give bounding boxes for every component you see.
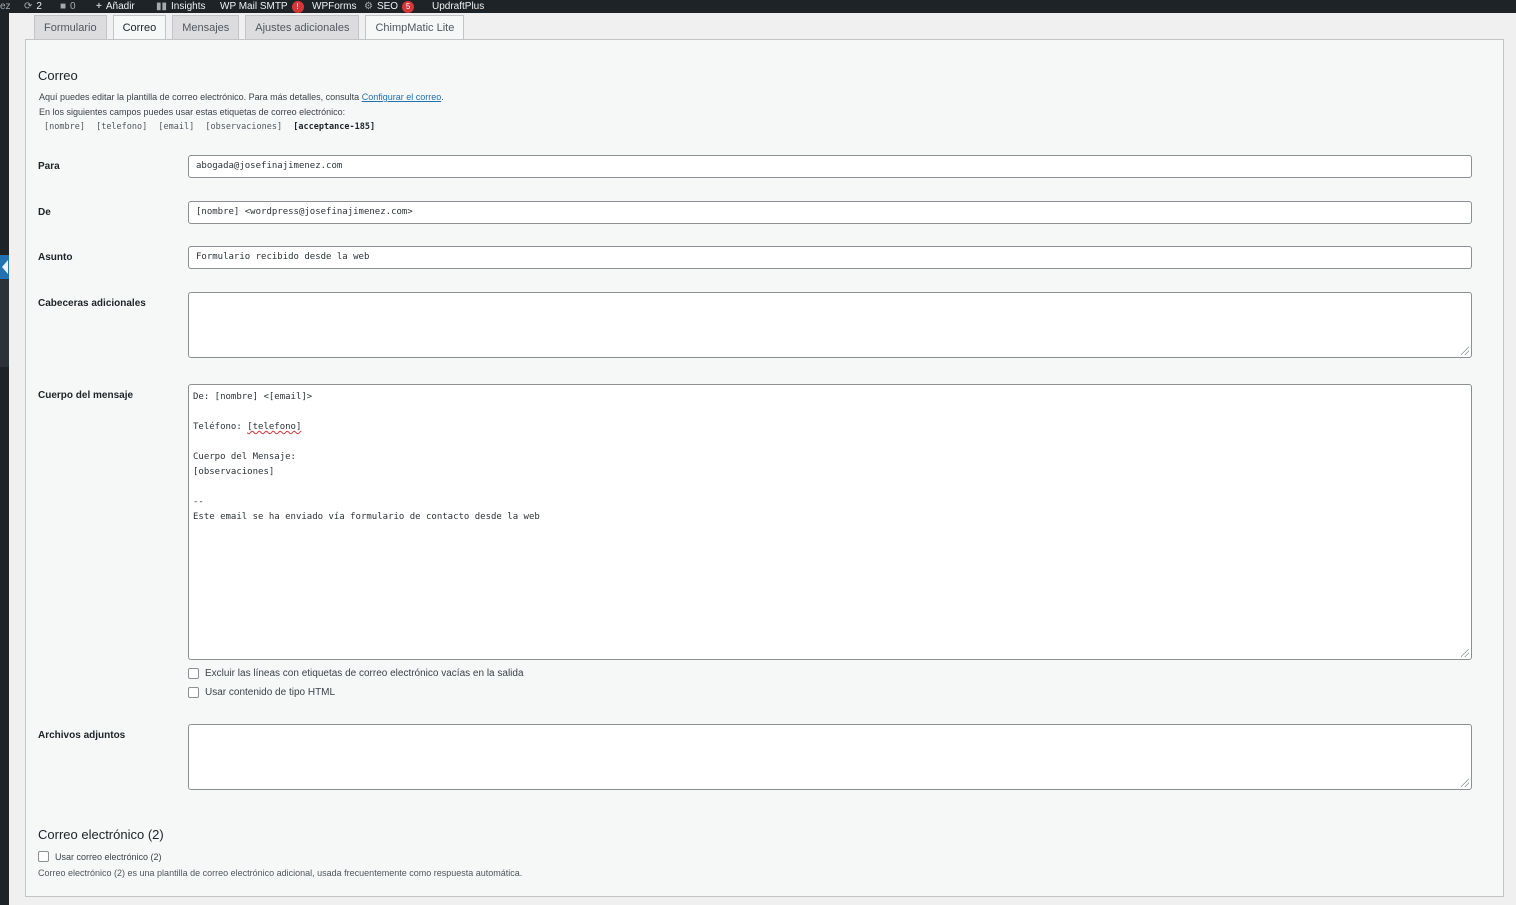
active-menu-arrow-icon	[2, 260, 8, 274]
updates-count: 2	[36, 1, 42, 12]
message-body-label: Cuerpo del mensaje	[38, 390, 134, 401]
mail-tags-list: [nombre] [telefono] [email] [observacion…	[44, 122, 381, 132]
mail2-description: Correo electrónico (2) es una plantilla …	[38, 868, 523, 878]
wp-mail-smtp-label: WP Mail SMTP	[220, 1, 288, 12]
exclude-blank-checkbox[interactable]	[188, 668, 199, 679]
to-label: Para	[38, 161, 60, 172]
wp-mail-smtp-item[interactable]: WP Mail SMTP !	[220, 0, 304, 13]
subject-input[interactable]: Formulario recibido desde la web	[188, 246, 1472, 269]
admin-menu	[0, 13, 9, 905]
body-line	[193, 435, 1467, 450]
subject-label: Asunto	[38, 252, 73, 263]
use-mail2-option[interactable]: Usar correo electrónico (2)	[38, 851, 162, 862]
from-input[interactable]: [nombre] <wordpress@josefinajimenez.com>	[188, 201, 1472, 224]
mail2-section-title: Correo electrónico (2)	[38, 827, 164, 842]
insights-item[interactable]: ▮▮ Insights	[156, 0, 205, 13]
updraftplus-item[interactable]: UpdraftPlus	[432, 0, 484, 13]
add-new-label: Añadir	[105, 1, 135, 12]
admin-submenu	[0, 279, 9, 367]
body-line: [observaciones]	[193, 467, 275, 477]
seo-notification-badge: 5	[402, 0, 415, 13]
insights-label: Insights	[171, 1, 206, 12]
use-html-label[interactable]: Usar contenido de tipo HTML	[205, 687, 335, 698]
body-line	[193, 405, 1467, 420]
additional-headers-textarea[interactable]	[188, 292, 1472, 358]
mail-description: Aquí puedes editar la plantilla de corre…	[39, 91, 444, 104]
wpforms-item[interactable]: WPForms	[312, 0, 356, 13]
body-phone-label: Teléfono:	[193, 422, 248, 432]
body-line-phone: Teléfono: [telefono]	[193, 420, 1467, 435]
resize-grip-icon[interactable]	[1461, 347, 1469, 355]
bar-chart-icon: ▮▮	[156, 0, 168, 12]
body-line: De: [nombre] <[email]>	[193, 392, 313, 402]
mail-tag: [nombre]	[44, 122, 85, 132]
mail-tag: [email]	[158, 122, 195, 132]
tab-additional-settings[interactable]: Ajustes adicionales	[245, 15, 360, 40]
attachments-textarea[interactable]	[188, 724, 1472, 790]
mail-tag: [observaciones]	[205, 122, 283, 132]
body-phone-tag: [telefono]	[247, 422, 302, 432]
resize-grip-icon[interactable]	[1461, 649, 1469, 657]
use-mail2-checkbox[interactable]	[38, 851, 49, 862]
body-line: Este email se ha enviado vía formulario …	[193, 512, 540, 522]
use-mail2-label[interactable]: Usar correo electrónico (2)	[55, 852, 162, 862]
mail-panel: Correo Aquí puedes editar la plantilla d…	[25, 39, 1504, 897]
refresh-icon: ⟳	[24, 0, 33, 12]
resize-grip-icon[interactable]	[1461, 779, 1469, 787]
add-new-item[interactable]: + Añadir	[96, 0, 135, 13]
use-html-checkbox[interactable]	[188, 687, 199, 698]
additional-headers-label: Cabeceras adicionales	[38, 298, 146, 309]
site-name-fragment[interactable]: ez	[0, 0, 11, 13]
configure-mail-link[interactable]: Configurar el correo	[362, 92, 442, 102]
plus-icon: +	[96, 0, 102, 12]
tab-messages[interactable]: Mensajes	[172, 15, 240, 40]
exclude-blank-option[interactable]: Excluir las líneas con etiquetas de corr…	[188, 668, 524, 679]
attachments-label: Archivos adjuntos	[38, 730, 126, 741]
wp-mail-smtp-alert-badge: !	[291, 0, 304, 13]
body-line: Cuerpo del Mensaje:	[193, 452, 296, 462]
mail-section-title: Correo	[38, 68, 78, 83]
mail-tag-acceptance: [acceptance-185]	[293, 122, 376, 132]
exclude-blank-label[interactable]: Excluir las líneas con etiquetas de corr…	[205, 668, 524, 679]
body-line	[193, 480, 1467, 495]
tab-form[interactable]: Formulario	[34, 15, 107, 40]
mail-description-text: Aquí puedes editar la plantilla de corre…	[39, 92, 360, 102]
mail-description-suffix: .	[441, 92, 444, 102]
updates-item[interactable]: ⟳ 2	[24, 0, 42, 13]
tab-chimpmatic-lite[interactable]: ChimpMatic Lite	[365, 15, 465, 40]
comments-item[interactable]: ■ 0	[60, 0, 76, 13]
comment-icon: ■	[60, 0, 67, 12]
comments-count: 0	[70, 1, 76, 12]
seo-gear-icon: ⚙	[364, 0, 373, 12]
mail-tags-intro: En los siguientes campos puedes usar est…	[39, 107, 346, 117]
admin-bar: ez ⟳ 2 ■ 0 + Añadir ▮▮ Insights WP Mail …	[0, 0, 1516, 13]
tab-mail[interactable]: Correo	[112, 15, 167, 41]
from-label: De	[38, 207, 51, 218]
use-html-option[interactable]: Usar contenido de tipo HTML	[188, 687, 335, 698]
seo-label: SEO	[376, 1, 399, 12]
wpforms-label: WPForms	[312, 1, 357, 12]
mail-tag: [telefono]	[96, 122, 148, 132]
to-input[interactable]: abogada@josefinajimenez.com	[188, 155, 1472, 178]
message-body-textarea[interactable]: De: [nombre] <[email]> Teléfono: [telefo…	[188, 384, 1472, 660]
body-line: --	[193, 497, 204, 507]
seo-item[interactable]: ⚙ SEO 5	[364, 0, 415, 13]
updraftplus-label: UpdraftPlus	[432, 1, 485, 12]
editor-tabs: Formulario Correo Mensajes Ajustes adici…	[34, 15, 465, 41]
